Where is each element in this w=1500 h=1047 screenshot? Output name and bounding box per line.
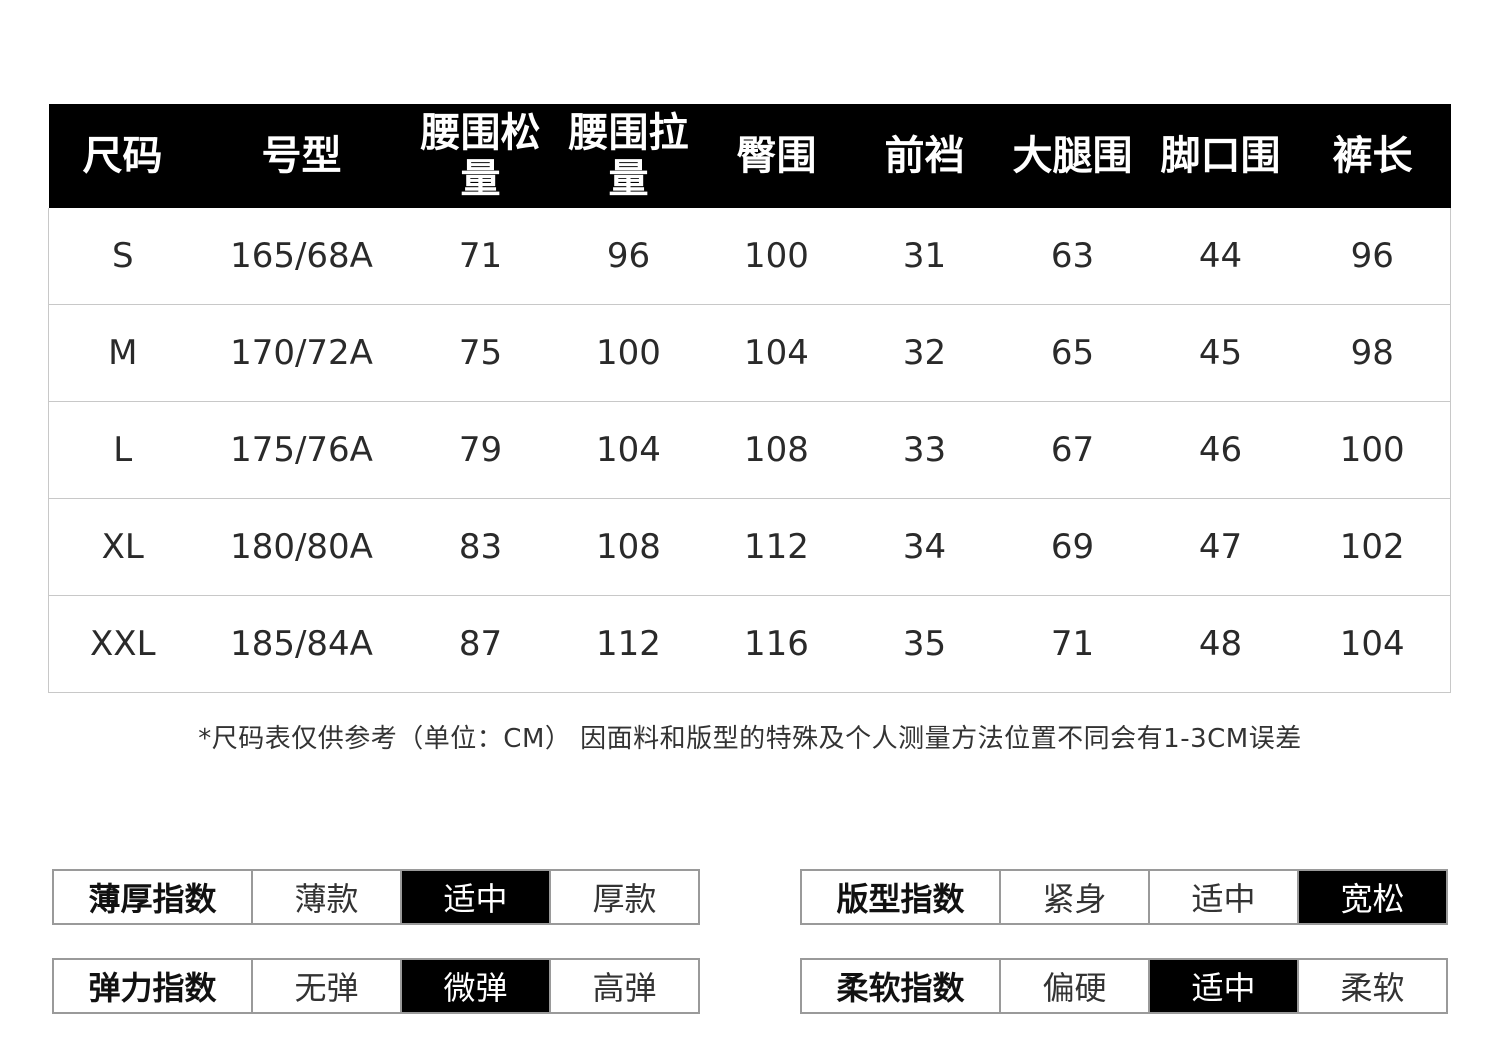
- elasticity-option: 无弹: [251, 960, 400, 1012]
- table-header-row: 尺码 号型 腰围松量 腰围拉量 臀围 前裆 大腿围 脚口围 裤长: [48, 104, 1451, 208]
- table-cell: 33: [850, 401, 999, 499]
- header-waist-stretched: 腰围拉量: [554, 104, 703, 208]
- table-row: XL 180/80A 83 108 112 34 69 47 102: [48, 498, 1451, 596]
- header-hip: 臀围: [702, 104, 851, 208]
- table-cell: 75: [406, 304, 555, 402]
- table-cell: 100: [744, 236, 809, 276]
- table-cell: M: [48, 304, 197, 402]
- softness-index-label: 柔软指数: [836, 969, 965, 1007]
- table-cell: 48: [1146, 595, 1295, 693]
- softness-option: 偏硬: [999, 960, 1148, 1012]
- size-note: *尺码表仅供参考（单位：CM） 因面料和版型的特殊及个人测量方法位置不同会有1-…: [198, 724, 1302, 754]
- elasticity-index-label: 弹力指数: [88, 969, 217, 1007]
- table-cell: 104: [554, 401, 703, 499]
- softness-option: 柔软: [1297, 960, 1446, 1012]
- thickness-option: 薄款: [251, 871, 400, 923]
- table-cell: 79: [406, 401, 555, 499]
- fit-index-label: 版型指数: [836, 880, 965, 918]
- softness-option: 适中: [1148, 960, 1297, 1012]
- table-cell: 35: [850, 595, 999, 693]
- table-cell: 46: [1146, 401, 1295, 499]
- table-cell: 100: [1294, 401, 1451, 499]
- table-cell: 45: [1146, 304, 1295, 402]
- softness-index: 柔软指数 偏硬 适中 柔软: [800, 958, 1448, 1014]
- table-cell: 165/68A: [230, 236, 373, 276]
- table-cell: 116: [702, 595, 851, 693]
- table-cell: XL: [48, 498, 197, 596]
- header-length: 裤长: [1294, 104, 1451, 208]
- table-cell: 47: [1146, 498, 1295, 596]
- table-row: M 170/72A 75 100 104 32 65 45 98: [48, 304, 1451, 402]
- elasticity-index: 弹力指数 无弹 微弹 高弹: [52, 958, 700, 1014]
- fit-option: 紧身: [999, 871, 1148, 923]
- size-chart-table: 尺码 号型 腰围松量 腰围拉量 臀围 前裆 大腿围 脚口围 裤长 S 165/6…: [48, 104, 1451, 693]
- table-row: XXL 185/84A 87 112 116 35 71 48 104: [48, 595, 1451, 693]
- table-cell: 102: [1294, 498, 1451, 596]
- table-cell: 44: [1198, 236, 1243, 276]
- header-leg-opening: 脚口围: [1146, 104, 1295, 208]
- table-cell: 71: [998, 595, 1147, 693]
- table-cell: 98: [1294, 304, 1451, 402]
- table-cell: 170/72A: [196, 304, 407, 402]
- table-cell: 108: [554, 498, 703, 596]
- table-cell: 63: [1050, 236, 1095, 276]
- header-front-rise: 前裆: [850, 104, 999, 208]
- table-cell: 65: [998, 304, 1147, 402]
- table-cell: 67: [998, 401, 1147, 499]
- header-model: 号型: [196, 104, 407, 208]
- table-cell: 112: [702, 498, 851, 596]
- table-cell: 104: [1294, 595, 1451, 693]
- table-cell: 34: [850, 498, 999, 596]
- table-cell: 180/80A: [196, 498, 407, 596]
- table-cell: 83: [406, 498, 555, 596]
- table-cell: 31: [902, 236, 947, 276]
- table-row: L 175/76A 79 104 108 33 67 46 100: [48, 401, 1451, 499]
- table-cell: 104: [702, 304, 851, 402]
- table-cell: 185/84A: [196, 595, 407, 693]
- table-cell: 100: [554, 304, 703, 402]
- fit-index: 版型指数 紧身 适中 宽松: [800, 869, 1448, 925]
- table-cell: 96: [606, 236, 651, 276]
- thickness-option: 厚款: [549, 871, 698, 923]
- header-waist-relaxed: 腰围松量: [406, 104, 555, 208]
- thickness-index: 薄厚指数 薄款 适中 厚款: [52, 869, 700, 925]
- table-cell: L: [48, 401, 197, 499]
- table-cell: 32: [850, 304, 999, 402]
- table-cell: 87: [406, 595, 555, 693]
- elasticity-option: 高弹: [549, 960, 698, 1012]
- table-cell: 69: [998, 498, 1147, 596]
- table-cell: 96: [1350, 236, 1394, 276]
- table-cell: XXL: [48, 595, 197, 693]
- table-row: S 165/68A 71 96 100 31 63 44 96: [49, 208, 1451, 305]
- table-cell: S: [111, 236, 134, 276]
- table-cell: 108: [702, 401, 851, 499]
- elasticity-option: 微弹: [400, 960, 549, 1012]
- table-cell: 71: [458, 236, 503, 276]
- thickness-option: 适中: [400, 871, 549, 923]
- table-cell: 112: [554, 595, 703, 693]
- table-cell: 175/76A: [196, 401, 407, 499]
- header-size: 尺码: [48, 104, 197, 208]
- fit-option: 宽松: [1297, 871, 1446, 923]
- fit-option: 适中: [1148, 871, 1297, 923]
- header-thigh: 大腿围: [998, 104, 1147, 208]
- thickness-index-label: 薄厚指数: [88, 880, 217, 918]
